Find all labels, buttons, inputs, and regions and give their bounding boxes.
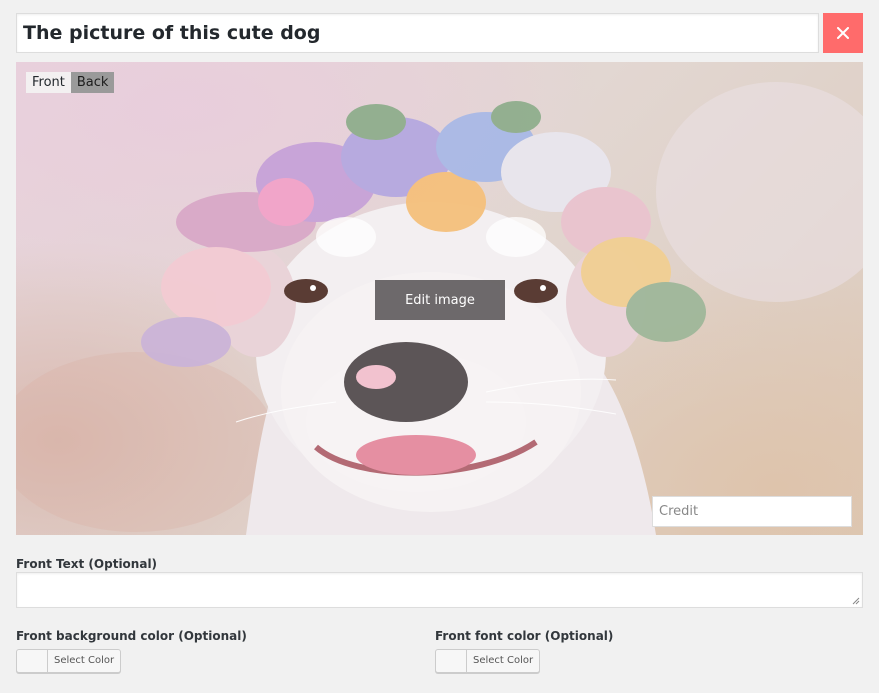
card-image: Front Back Edit image Credit bbox=[16, 62, 863, 535]
front-text-textarea[interactable] bbox=[16, 572, 863, 608]
back-face-tab[interactable]: Back bbox=[70, 72, 115, 93]
card-title-input[interactable]: The picture of this cute dog bbox=[16, 13, 819, 53]
select-color-label: Select Color bbox=[473, 655, 534, 666]
card-face-toggle: Front Back bbox=[26, 72, 115, 93]
credit-input[interactable]: Credit bbox=[652, 496, 852, 527]
color-swatch bbox=[436, 650, 467, 672]
resize-grip-icon[interactable] bbox=[852, 597, 860, 605]
front-font-color-button[interactable]: Select Color bbox=[435, 649, 541, 673]
front-background-color-label: Front background color (Optional) bbox=[16, 629, 247, 643]
front-font-color-label: Front font color (Optional) bbox=[435, 629, 614, 643]
edit-image-button[interactable]: Edit image bbox=[375, 280, 505, 320]
close-icon bbox=[837, 27, 849, 39]
color-swatch bbox=[17, 650, 48, 672]
front-text-label: Front Text (Optional) bbox=[16, 557, 158, 571]
front-background-color-button[interactable]: Select Color bbox=[16, 649, 122, 673]
remove-card-button[interactable] bbox=[823, 13, 863, 53]
select-color-label: Select Color bbox=[54, 655, 115, 666]
front-face-tab[interactable]: Front bbox=[26, 72, 71, 93]
